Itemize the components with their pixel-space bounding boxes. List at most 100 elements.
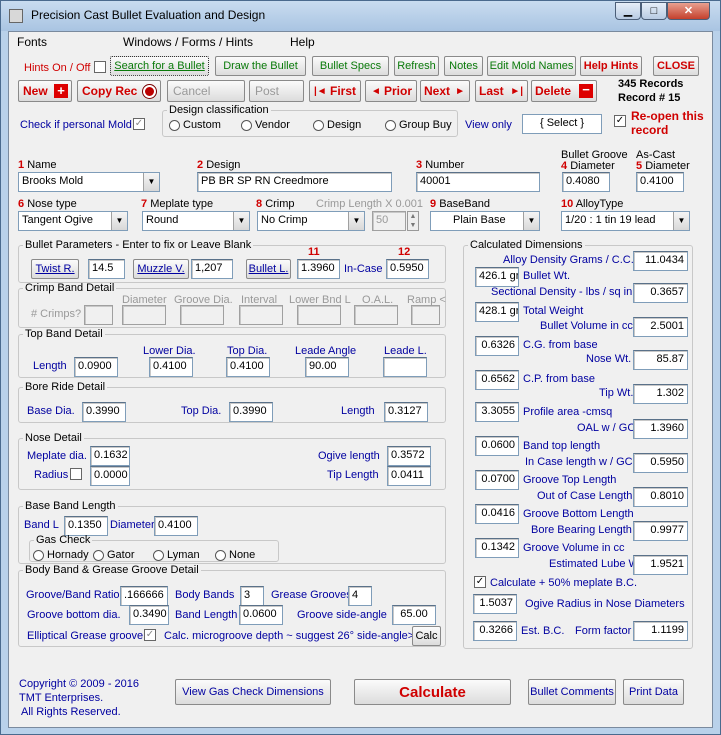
print-data-button[interactable]: Print Data: [623, 679, 684, 705]
bore-length-input[interactable]: 0.3127: [384, 402, 428, 422]
view-gas-check-button[interactable]: View Gas Check Dimensions: [175, 679, 331, 705]
lower-bnd-input[interactable]: [297, 305, 341, 325]
cancel-button[interactable]: Cancel: [167, 80, 245, 102]
first-record-button[interactable]: |◄ First: [309, 80, 361, 102]
leade-length-input[interactable]: [383, 357, 427, 377]
as-cast-diameter-input[interactable]: 0.4100: [636, 172, 684, 192]
view-only-select[interactable]: { Select }: [522, 114, 602, 134]
menu-windows[interactable]: Windows / Forms / Hints: [123, 35, 253, 49]
muzzle-velocity-input[interactable]: 1,207: [191, 259, 233, 279]
last-record-button[interactable]: Last ►|: [475, 80, 528, 102]
post-button[interactable]: Post: [249, 80, 304, 102]
calc-nosewt[interactable]: 85.87: [633, 350, 688, 370]
bullet-length-input[interactable]: 1.3960: [297, 259, 340, 279]
personal-mold-checkbox[interactable]: ✓: [133, 118, 145, 130]
in-case-input[interactable]: 0.5950: [386, 259, 429, 279]
calc-vol[interactable]: 2.5001: [633, 317, 688, 337]
calc-cg[interactable]: 0.6326: [475, 336, 519, 356]
crimp-diameter-input[interactable]: [122, 305, 166, 325]
ramp-input[interactable]: [411, 305, 440, 325]
crimp-select[interactable]: No Crimp ▼: [257, 211, 365, 231]
calc-ocl[interactable]: 0.8010: [633, 487, 688, 507]
edit-mold-names-button[interactable]: Edit Mold Names: [487, 56, 576, 76]
reopen-checkbox[interactable]: ✓: [614, 115, 626, 127]
crimp-interval-input[interactable]: [239, 305, 283, 325]
baseband-select[interactable]: Plain Base ▼: [430, 211, 540, 231]
gas-lyman-radio[interactable]: Lyman: [153, 549, 200, 561]
tip-length-input[interactable]: 0.0411: [387, 466, 431, 486]
bullet-specs-button[interactable]: Bullet Specs: [312, 56, 389, 76]
lower-dia-input[interactable]: 0.4100: [149, 357, 193, 377]
close-button[interactable]: CLOSE: [653, 56, 699, 76]
calc-elw[interactable]: 1.9521: [633, 555, 688, 575]
calc-icl[interactable]: 0.5950: [633, 453, 688, 473]
bullet-groove-diameter-input[interactable]: 0.4080: [562, 172, 610, 192]
groove-bottom-dia-input[interactable]: 0.3490: [129, 605, 169, 625]
leade-angle-input[interactable]: 90.00: [305, 357, 349, 377]
copy-record-button[interactable]: Copy Rec: [77, 80, 161, 102]
crimps-input[interactable]: [84, 305, 113, 325]
calc-tw[interactable]: 428.1 gr: [475, 302, 519, 322]
ogive-length-input[interactable]: 0.3572: [387, 446, 431, 466]
groove-band-ratio-input[interactable]: .166666: [120, 586, 168, 606]
calc-gv[interactable]: 0.1342: [475, 538, 519, 558]
radius-input[interactable]: 0.0000: [90, 466, 130, 486]
grease-grooves-input[interactable]: 4: [348, 586, 372, 606]
help-hints-button[interactable]: Help Hints: [580, 56, 642, 76]
meplate-type-select[interactable]: Round ▼: [142, 211, 250, 231]
calc-bw[interactable]: 426.1 gr: [475, 267, 519, 287]
calc-bc[interactable]: 0.3266: [473, 621, 517, 641]
muzzle-velocity-button[interactable]: Muzzle V.: [133, 259, 189, 279]
calc-alloy[interactable]: 11.0434: [633, 251, 688, 271]
calc-gbl[interactable]: 0.0416: [475, 504, 519, 524]
radio-custom[interactable]: Custom: [169, 119, 221, 131]
nose-type-select[interactable]: Tangent Ogive ▼: [18, 211, 128, 231]
radius-checkbox[interactable]: [70, 468, 82, 480]
crimp-length-input[interactable]: 50: [372, 211, 406, 231]
crimp-groove-dia-input[interactable]: [180, 305, 224, 325]
bullet-length-button[interactable]: Bullet L.: [246, 259, 291, 279]
search-bullet-button[interactable]: Search for a Bullet: [110, 56, 209, 76]
gas-none-radio[interactable]: None: [215, 549, 255, 561]
draw-bullet-button[interactable]: Draw the Bullet: [215, 56, 306, 76]
menu-fonts[interactable]: Fonts: [17, 35, 47, 49]
hints-checkbox[interactable]: [94, 61, 106, 73]
meplate-dia-input[interactable]: 0.1632: [90, 446, 130, 466]
notes-button[interactable]: Notes: [444, 56, 483, 76]
bore-top-dia-input[interactable]: 0.3990: [229, 402, 273, 422]
radio-design[interactable]: Design: [313, 119, 361, 131]
elliptical-groove-checkbox[interactable]: ✓: [144, 629, 156, 641]
design-input[interactable]: PB BR SP RN Creedmore: [197, 172, 392, 192]
prior-record-button[interactable]: ◄ Prior: [365, 80, 417, 102]
calc-oal[interactable]: 1.3960: [633, 419, 688, 439]
crimp-length-spinner[interactable]: ▲ ▼: [407, 211, 419, 231]
delete-button[interactable]: Delete −: [531, 80, 597, 102]
band-length-input[interactable]: 0.0600: [239, 605, 283, 625]
body-bands-input[interactable]: 3: [240, 586, 264, 606]
calc-tipwt[interactable]: 1.302: [633, 384, 688, 404]
calc-microgroove-button[interactable]: Calc: [412, 626, 441, 646]
minimize-button[interactable]: ▁: [615, 2, 641, 20]
radio-group-buy[interactable]: Group Buy: [385, 119, 452, 131]
calc-btl[interactable]: 0.0600: [475, 436, 519, 456]
calc-pa[interactable]: 3.3055: [475, 402, 519, 422]
next-record-button[interactable]: Next ►: [420, 80, 470, 102]
radio-vendor[interactable]: Vendor: [241, 119, 290, 131]
twist-rate-input[interactable]: 14.5: [88, 259, 125, 279]
menu-help[interactable]: Help: [290, 35, 315, 49]
bore-base-dia-input[interactable]: 0.3990: [82, 402, 126, 422]
calc-bbl[interactable]: 0.9977: [633, 521, 688, 541]
calc-gtl[interactable]: 0.0700: [475, 470, 519, 490]
alloy-type-select[interactable]: 1/20 : 1 tin 19 lead ▼: [561, 211, 690, 231]
calc-sd[interactable]: 0.3657: [633, 283, 688, 303]
top-dia-input[interactable]: 0.4100: [226, 357, 270, 377]
groove-side-angle-input[interactable]: 65.00: [392, 605, 436, 625]
name-select[interactable]: Brooks Mold ▼: [18, 172, 160, 192]
gas-hornady-radio[interactable]: Hornady: [33, 549, 89, 561]
calc-cp[interactable]: 0.6562: [475, 370, 519, 390]
number-input[interactable]: 40001: [416, 172, 540, 192]
bullet-comments-button[interactable]: Bullet Comments: [528, 679, 616, 705]
calculate-button[interactable]: Calculate: [354, 679, 511, 705]
top-band-length-input[interactable]: 0.0900: [74, 357, 118, 377]
twist-rate-button[interactable]: Twist R.: [31, 259, 79, 279]
